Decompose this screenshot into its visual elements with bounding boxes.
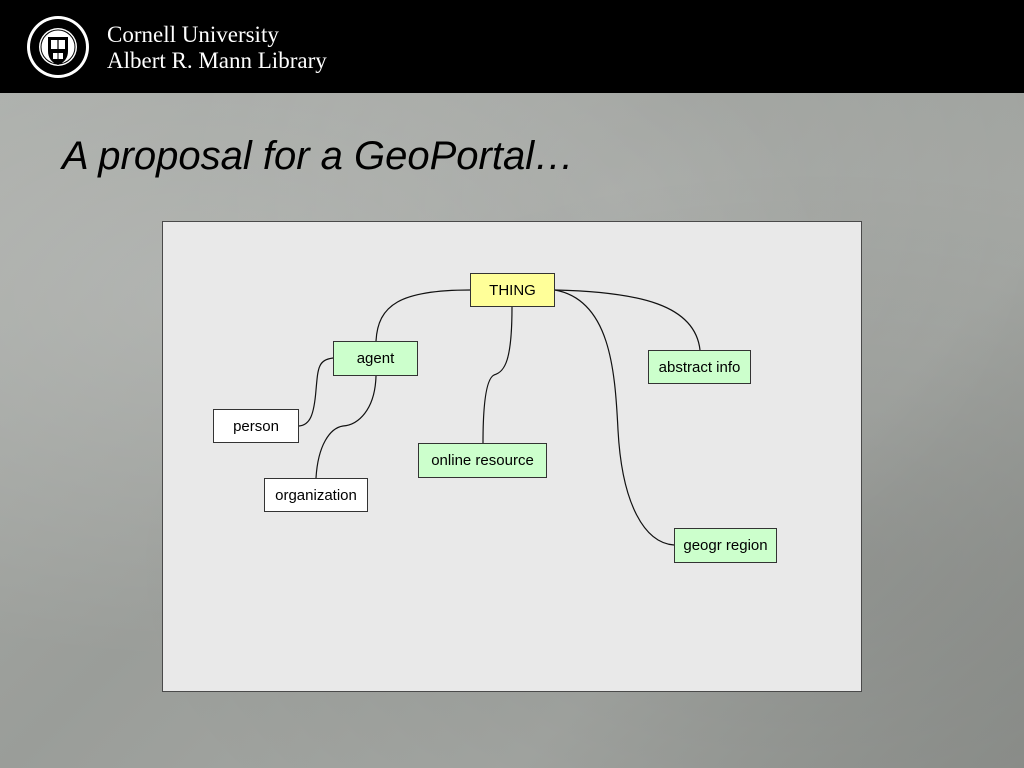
edge-agent-person <box>298 357 334 427</box>
node-abstract-info: abstract info <box>648 350 751 384</box>
edge-agent-organization <box>315 375 377 479</box>
connector-lines <box>298 289 701 546</box>
edge-thing-online-resource <box>482 306 513 444</box>
node-online-resource: online resource <box>418 443 547 478</box>
edge-thing-geogr-region <box>554 289 675 546</box>
node-thing: THING <box>470 273 555 307</box>
node-organization: organization <box>264 478 368 512</box>
node-geogr-region: geogr region <box>674 528 777 563</box>
node-person: person <box>213 409 299 443</box>
node-agent: agent <box>333 341 418 376</box>
edge-thing-agent <box>375 289 471 342</box>
